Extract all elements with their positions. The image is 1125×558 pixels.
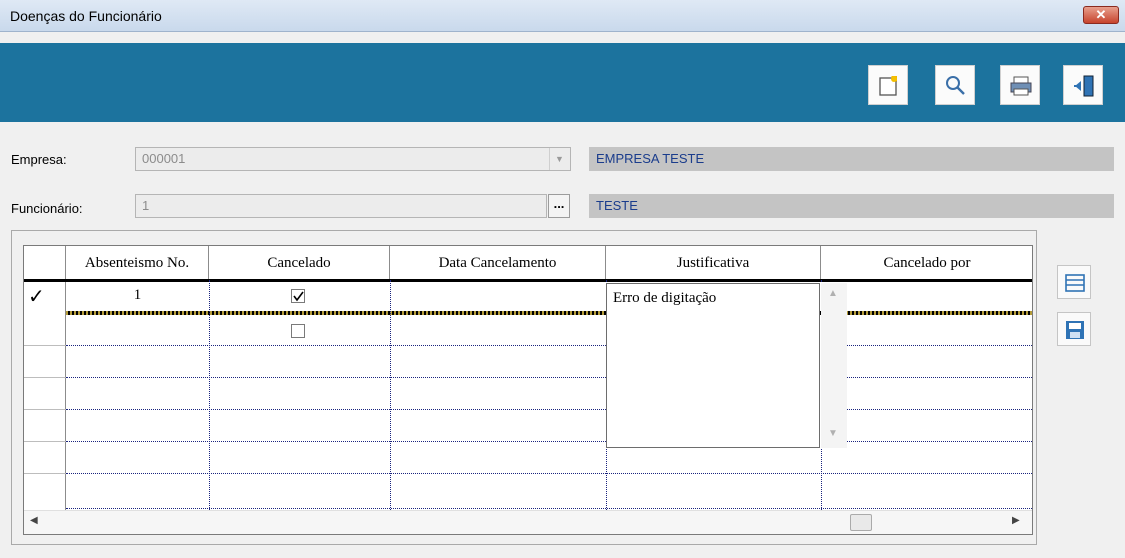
header-separator xyxy=(24,279,1032,282)
funcionario-lookup-button[interactable]: ... xyxy=(548,194,570,218)
column-header-absenteismo[interactable]: Absenteismo No. xyxy=(66,246,209,280)
justificativa-memo[interactable]: Erro de digitação xyxy=(606,283,820,448)
scroll-down-icon: ▼ xyxy=(828,428,838,439)
column-header-label: Cancelado xyxy=(267,255,331,271)
row-divider xyxy=(66,473,1032,474)
horizontal-scrollbar[interactable]: ◀ ▶ xyxy=(24,510,1032,534)
empresa-code-input[interactable]: 000001 xyxy=(135,147,571,171)
search-icon xyxy=(946,76,965,95)
funcionario-name-field: TESTE xyxy=(589,194,1114,218)
data-grid[interactable]: Absenteismo No. Cancelado Data Cancelame… xyxy=(23,245,1033,535)
table-cell-absenteismo[interactable]: 1 xyxy=(66,287,209,304)
memo-scrollbar[interactable]: ▲ ▼ xyxy=(821,283,847,448)
empresa-dropdown-button[interactable]: ▼ xyxy=(549,148,569,170)
row-divider xyxy=(24,473,66,474)
ellipsis-icon: ... xyxy=(553,196,565,211)
funcionario-code-value: 1 xyxy=(142,198,150,213)
list-icon xyxy=(1065,274,1085,292)
chevron-down-icon: ▼ xyxy=(555,154,564,164)
column-divider xyxy=(209,280,210,510)
check-icon xyxy=(293,291,304,302)
empresa-code-value: 000001 xyxy=(142,151,186,166)
window-title: Doenças do Funcionário xyxy=(10,8,162,24)
empresa-name-value: EMPRESA TESTE xyxy=(596,151,705,166)
empresa-label: Empresa: xyxy=(11,152,67,167)
empresa-name-field: EMPRESA TESTE xyxy=(589,147,1114,171)
row-divider xyxy=(66,508,1032,509)
column-divider xyxy=(390,280,391,510)
row-divider xyxy=(24,377,66,378)
close-button[interactable]: ✕ xyxy=(1083,6,1119,24)
toolbar xyxy=(0,43,1125,122)
exit-icon xyxy=(1074,75,1094,97)
column-header-cancelado[interactable]: Cancelado xyxy=(209,246,390,280)
checkmark-icon: ✓ xyxy=(28,286,45,308)
column-header-cancelado-por[interactable]: Cancelado por xyxy=(821,246,1032,280)
save-button[interactable] xyxy=(1057,312,1091,346)
save-icon xyxy=(1066,321,1084,339)
exit-button[interactable] xyxy=(1063,65,1103,105)
scroll-up-icon: ▲ xyxy=(828,288,838,299)
column-header-data-cancelamento[interactable]: Data Cancelamento xyxy=(390,246,606,280)
scroll-left-icon[interactable]: ◀ xyxy=(30,515,38,526)
new-record-button[interactable] xyxy=(868,65,908,105)
column-header-label: Cancelado por xyxy=(883,255,971,271)
scroll-right-icon[interactable]: ▶ xyxy=(1012,515,1020,526)
row-indicator-header xyxy=(24,246,66,280)
column-header-label: Justificativa xyxy=(676,255,750,271)
row-divider xyxy=(24,409,66,410)
current-row-indicator-icon: ✓ xyxy=(28,284,45,309)
column-header-justificativa[interactable]: Justificativa xyxy=(606,246,821,280)
close-icon: ✕ xyxy=(1095,7,1107,22)
funcionario-code-input[interactable]: 1 xyxy=(135,194,547,218)
funcionario-name-value: TESTE xyxy=(596,198,638,213)
scroll-thumb[interactable] xyxy=(850,514,872,531)
cancelado-checkbox[interactable] xyxy=(291,324,305,338)
justificativa-text: Erro de digitação xyxy=(613,290,717,306)
row-divider xyxy=(24,441,66,442)
cell-value: 1 xyxy=(133,287,142,303)
list-button[interactable] xyxy=(1057,265,1091,299)
print-icon xyxy=(1010,76,1032,96)
title-bar: Doenças do Funcionário ✕ xyxy=(0,0,1125,32)
row-divider xyxy=(66,441,1032,442)
column-header-label: Absenteismo No. xyxy=(84,255,190,271)
new-icon xyxy=(879,76,897,96)
row-divider xyxy=(24,345,66,346)
cancelado-checkbox[interactable] xyxy=(291,289,305,303)
row-indicator-column xyxy=(24,282,66,510)
row-divider xyxy=(66,377,1032,378)
search-button[interactable] xyxy=(935,65,975,105)
print-button[interactable] xyxy=(1000,65,1040,105)
funcionario-label: Funcionário: xyxy=(11,201,83,216)
row-divider xyxy=(66,345,1032,346)
column-header-label: Data Cancelamento xyxy=(438,255,557,271)
current-row-border xyxy=(24,311,1032,315)
row-divider xyxy=(66,409,1032,410)
